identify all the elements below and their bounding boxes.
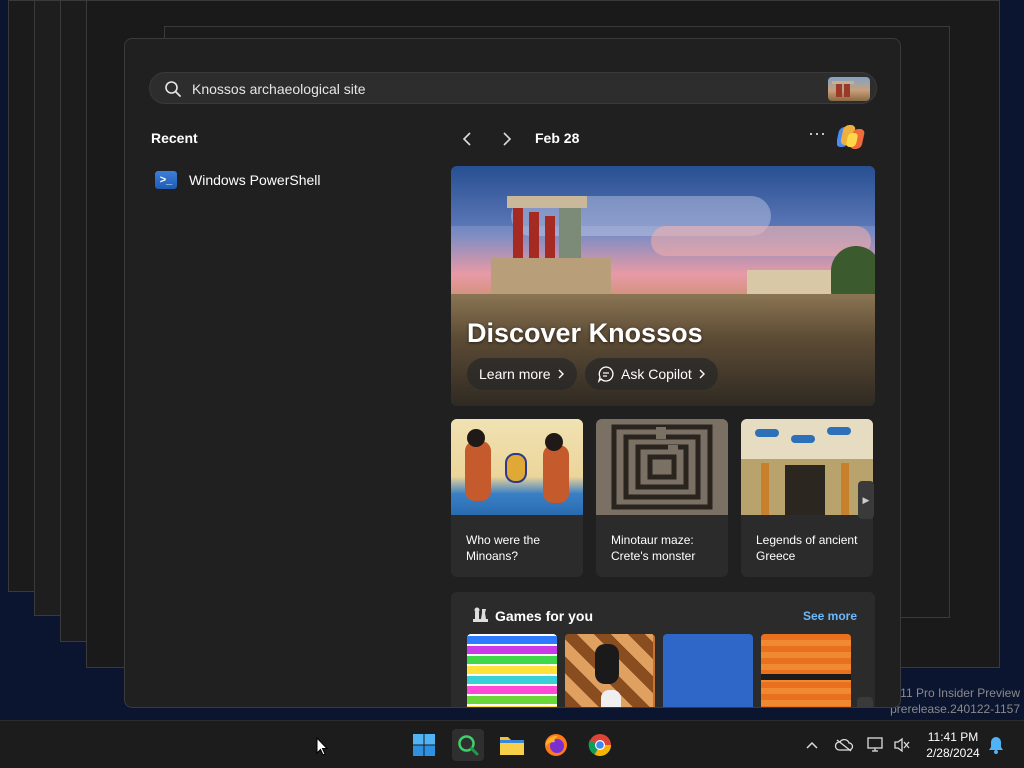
ask-copilot-label: Ask Copilot [621,366,692,382]
network-icon[interactable] [866,735,886,755]
clock-time: 11:41 PM [927,730,979,744]
dolphin-fresco-image [741,419,873,515]
palace-base [491,258,611,298]
powershell-icon: >_ [155,171,177,189]
games-scroll-right-button[interactable]: ▶ [857,697,873,707]
firefox-icon [545,734,567,756]
palace-column [529,212,539,260]
palace-column [513,208,523,258]
copilot-icon[interactable] [836,121,869,153]
watermark-line2: prerelease.240122-1157 [890,702,1020,716]
see-more-link[interactable]: See more [803,609,857,623]
hero-card[interactable]: Discover Knossos Learn more Ask Copilot [451,166,875,406]
games-section: Games for you See more ▶ [451,592,875,707]
next-button[interactable] [495,127,519,151]
folder-icon [500,737,524,755]
game-tile-blue[interactable] [663,634,753,707]
firefox-button[interactable] [540,729,572,761]
hero-title: Discover Knossos [467,318,703,348]
card-minotaur[interactable]: Minotaur maze: Crete's monster [596,419,728,577]
start-button[interactable] [408,729,440,761]
clock-date: 2/28/2024 [926,746,980,760]
search-button[interactable] [452,729,484,761]
volume-muted-icon[interactable] [892,735,912,755]
recent-item-label: Windows PowerShell [189,172,321,188]
card-minoans[interactable]: Who were the Minoans? [451,419,583,577]
chevron-right-icon [558,369,564,379]
more-options-button[interactable]: ··· [805,123,829,147]
chevron-up-icon [806,741,818,749]
mouse-cursor-icon [316,736,329,757]
game-tile-stripes[interactable] [467,634,557,707]
date-label: Feb 28 [535,130,580,146]
chrome-icon [588,734,611,756]
search-icon [164,80,182,98]
show-hidden-icons-button[interactable] [802,735,822,755]
search-icon [458,735,479,756]
search-highlight-image [828,77,870,101]
palace-column [545,216,555,262]
chevron-right-icon [699,369,705,379]
cards-scroll-right-button[interactable]: ▶ [858,481,874,519]
learn-more-label: Learn more [479,366,551,382]
recent-item-powershell[interactable]: >_ Windows PowerShell [155,167,415,193]
card-caption: Minotaur maze: Crete's monster [611,533,696,563]
search-input[interactable] [192,79,792,99]
hero-cloud [651,226,871,256]
game-tile-orange[interactable] [761,634,851,707]
chess-icon [471,606,489,624]
games-heading: Games for you [495,608,594,624]
labyrinth-image [596,419,728,515]
onedrive-icon[interactable] [834,735,854,755]
file-explorer-button[interactable] [496,729,528,761]
taskbar: 11:41 PM 2/28/2024 [0,720,1024,768]
ask-copilot-button[interactable]: Ask Copilot [585,358,718,390]
clock[interactable]: 11:41 PM 2/28/2024 [918,729,988,761]
card-caption: Legends of ancient Greece [756,533,858,563]
card-legends[interactable]: Legends of ancient Greece [741,419,873,577]
chevron-left-icon [462,132,471,146]
palace-roof [507,196,587,208]
bell-icon [989,737,1003,754]
recent-heading: Recent [151,130,198,146]
card-caption: Who were the Minoans? [466,533,541,563]
previous-button[interactable] [455,127,479,151]
watermark-line1: 11 Pro Insider Preview [900,686,1020,700]
minoans-fresco-image [451,419,583,515]
palace-wall [559,208,581,260]
search-panel: Recent >_ Windows PowerShell Feb 28 ··· [124,38,901,708]
chat-icon [597,366,614,383]
chrome-button[interactable] [584,729,616,761]
notifications-button[interactable] [986,735,1006,755]
learn-more-button[interactable]: Learn more [467,358,577,390]
search-box[interactable] [149,72,877,104]
chevron-right-icon [503,132,512,146]
game-tile-chess[interactable] [565,634,655,707]
windows-logo-icon [413,734,435,756]
